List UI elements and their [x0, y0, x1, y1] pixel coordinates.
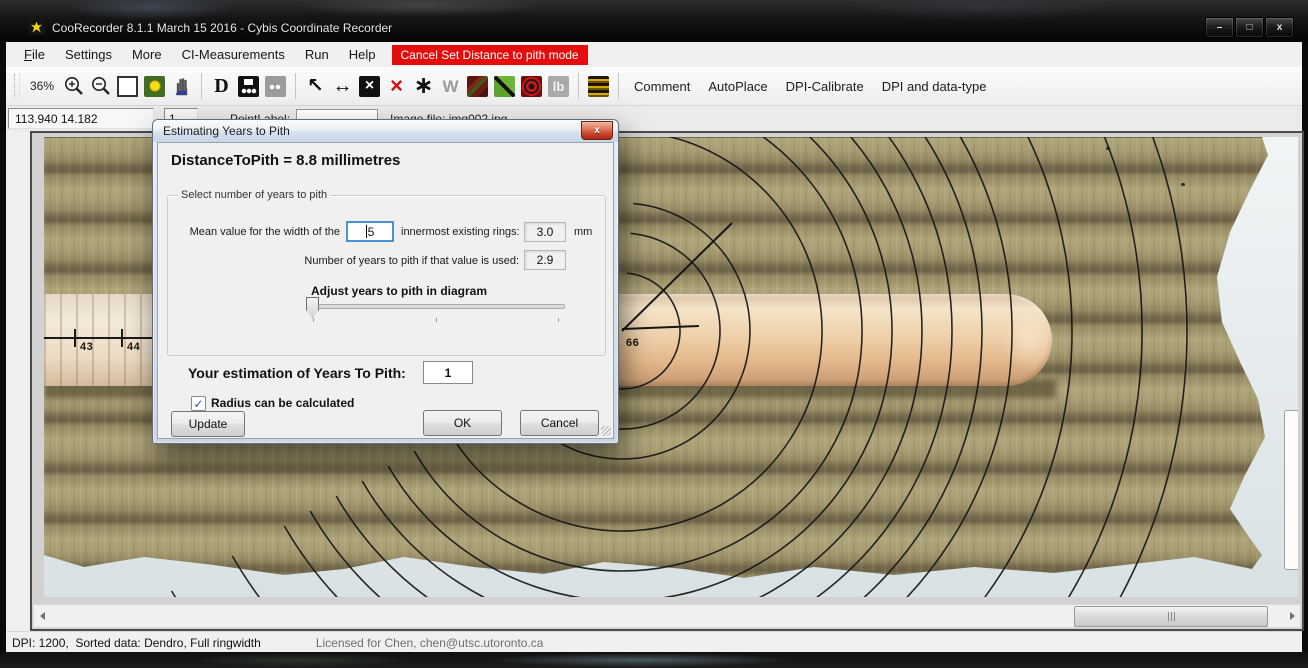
red-x-icon[interactable]: × [384, 74, 409, 99]
menu-run[interactable]: Run [295, 44, 339, 65]
dialog-title-bar[interactable]: Estimating Years to Pith [153, 120, 618, 142]
ok-button[interactable]: OK [423, 410, 502, 436]
cancel-pith-mode-banner[interactable]: Cancel Set Distance to pith mode [392, 45, 588, 65]
resize-grip-icon[interactable] [601, 426, 611, 436]
menu-settings[interactable]: Settings [55, 44, 122, 65]
flower-logo-icon [31, 22, 42, 33]
scrollbar-track[interactable] [50, 605, 1284, 627]
update-button[interactable]: Update [171, 411, 245, 437]
status-license-info: Licensed for Chen, chen@utsc.utoronto.ca [316, 636, 544, 650]
ring-number-label: 66 [626, 337, 639, 349]
autoplace-button[interactable]: AutoPlace [699, 75, 776, 98]
hand-pan-icon[interactable] [169, 74, 194, 99]
close-button[interactable]: x [1265, 17, 1294, 38]
horizontal-scrollbar [33, 604, 1301, 628]
status-dpi-info: DPI: 1200, Sorted data: Dendro, Full rin… [12, 636, 261, 650]
toolbar: 36% D ↖ ↔ × × ∗ W lb Com [6, 67, 1302, 106]
window-bottom-edge [0, 652, 1308, 668]
scroll-left-arrow[interactable] [34, 605, 50, 627]
estimating-years-to-pith-dialog: Estimating Years to Pith x DistanceToPit… [152, 119, 619, 444]
lb-tool-icon[interactable]: lb [546, 74, 571, 99]
target-icon[interactable] [519, 74, 544, 99]
toolbar-separator [578, 73, 579, 99]
scrollbar-thumb[interactable] [1074, 606, 1268, 627]
menu-ci-measurements[interactable]: CI-Measurements [172, 44, 295, 65]
distance-to-pith-heading: DistanceToPith = 8.8 millimetres [171, 152, 400, 169]
dialog-title: Estimating Years to Pith [163, 124, 290, 138]
left-triangle-icon [40, 612, 45, 620]
years-group-label: Select number of years to pith [178, 189, 330, 201]
bark-texture-icon[interactable] [465, 74, 490, 99]
points-pattern-dark-icon[interactable] [236, 74, 261, 99]
frame-select-icon[interactable] [115, 74, 140, 99]
slider-tick [313, 318, 314, 322]
years-group-box [167, 195, 606, 356]
d-tool-icon[interactable]: D [209, 74, 234, 99]
minimize-button[interactable]: – [1205, 17, 1234, 38]
toolbar-separator [618, 73, 619, 99]
title-bar: CooRecorder 8.1.1 March 15 2016 - Cybis … [0, 0, 1308, 42]
w-tool-icon[interactable]: W [438, 74, 463, 99]
years-if-used-label: Number of years to pith if that value is… [198, 255, 519, 267]
dpi-calibrate-button[interactable]: DPI-Calibrate [777, 75, 873, 98]
star-point-icon[interactable]: ∗ [411, 74, 436, 99]
slider-tick [436, 318, 437, 322]
menu-bar: File Settings More CI-Measurements Run H… [6, 42, 1302, 67]
menu-more[interactable]: More [122, 44, 172, 65]
menu-help[interactable]: Help [339, 44, 386, 65]
cursor-coordinates: 113.940 14.182 [8, 108, 154, 129]
estimation-input[interactable]: 1 [423, 361, 473, 384]
adjust-years-label: Adjust years to pith in diagram [311, 284, 487, 298]
ring-number-label: 43 [80, 341, 93, 353]
pointer-arrow-icon[interactable]: ↖ [303, 74, 328, 99]
toolbar-separator [201, 73, 202, 99]
dpi-datatype-button[interactable]: DPI and data-type [873, 75, 996, 98]
mean-rings-input[interactable]: 5 [346, 221, 394, 242]
menu-file[interactable]: File [14, 44, 55, 65]
zoom-out-icon[interactable] [88, 74, 113, 99]
green-diagonal-icon[interactable] [492, 74, 517, 99]
flower-image-icon[interactable] [142, 74, 167, 99]
text-caret [366, 225, 367, 238]
ring-number-label: 44 [127, 341, 140, 353]
mm-units-label: mm [574, 226, 592, 238]
dialog-body: DistanceToPith = 8.8 millimetres Select … [157, 142, 614, 439]
ring-width-value: 3.0 [524, 222, 566, 242]
radius-checkbox-label: Radius can be calculated [211, 396, 354, 410]
window-controls: – □ x [1205, 17, 1294, 38]
delete-point-icon[interactable]: × [357, 74, 382, 99]
estimation-label: Your estimation of Years To Pith: [188, 365, 406, 381]
maximize-button[interactable]: □ [1235, 17, 1264, 38]
scroll-right-arrow[interactable] [1284, 605, 1300, 627]
dialog-close-icon[interactable]: x [581, 121, 613, 140]
years-slider-track[interactable] [311, 304, 565, 309]
radius-checkbox[interactable]: ✓ [191, 396, 206, 411]
comment-button[interactable]: Comment [625, 75, 699, 98]
points-pattern-gray-icon[interactable] [263, 74, 288, 99]
years-if-used-value: 2.9 [524, 250, 566, 270]
window-title: CooRecorder 8.1.1 March 15 2016 - Cybis … [52, 21, 392, 35]
cancel-button[interactable]: Cancel [520, 410, 599, 436]
zoom-level-label: 36% [30, 79, 54, 93]
mean-width-label: Mean value for the width of the [174, 226, 340, 238]
status-bar: DPI: 1200, Sorted data: Dendro, Full rin… [6, 631, 1302, 653]
app-icon [28, 19, 45, 35]
horizontal-arrow-icon[interactable]: ↔ [330, 74, 355, 99]
zoom-in-icon[interactable] [61, 74, 86, 99]
coordinate-list-icon[interactable] [586, 74, 611, 99]
right-triangle-icon [1290, 612, 1295, 620]
toolbar-separator [295, 73, 296, 99]
toolbar-grip [14, 74, 20, 98]
slider-tick [558, 318, 559, 322]
innermost-rings-label: innermost existing rings: [401, 226, 520, 238]
right-edge-panel-fragment [1284, 410, 1298, 570]
